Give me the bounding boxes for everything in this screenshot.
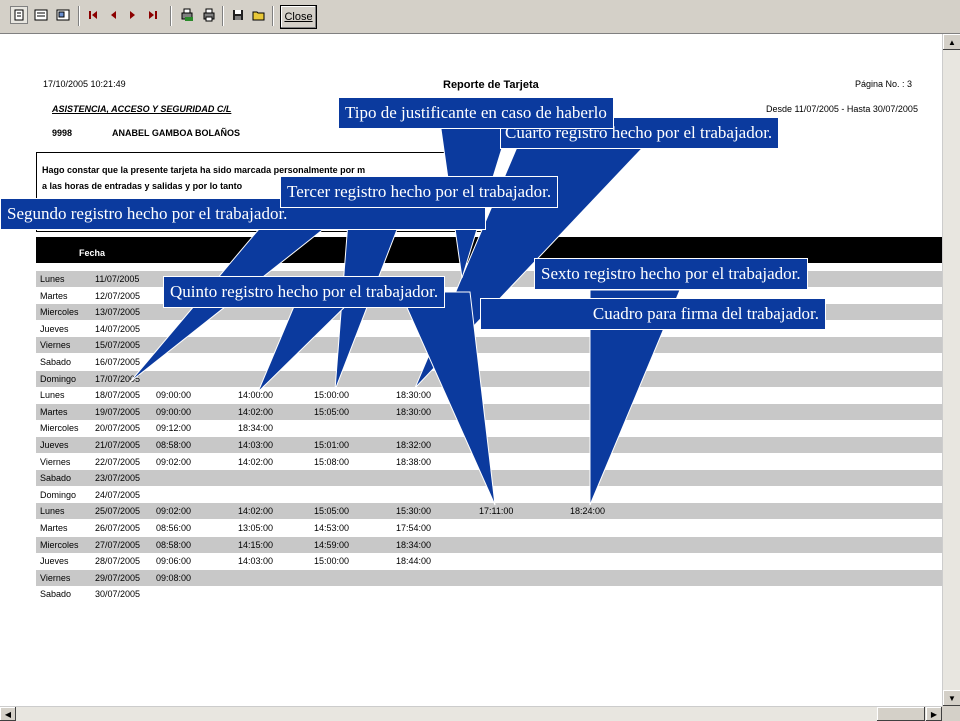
callout-firma: Cuadro para firma del trabajador. <box>480 298 826 330</box>
callout-quinto: Quinto registro hecho por el trabajador. <box>163 276 446 308</box>
callout-sexto: Sexto registro hecho por el trabajador. <box>534 258 808 290</box>
callout-justificante: Tipo de justificante en caso de haberlo <box>338 97 614 129</box>
callout-tercer: Tercer registro hecho por el trabajador. <box>280 176 559 208</box>
